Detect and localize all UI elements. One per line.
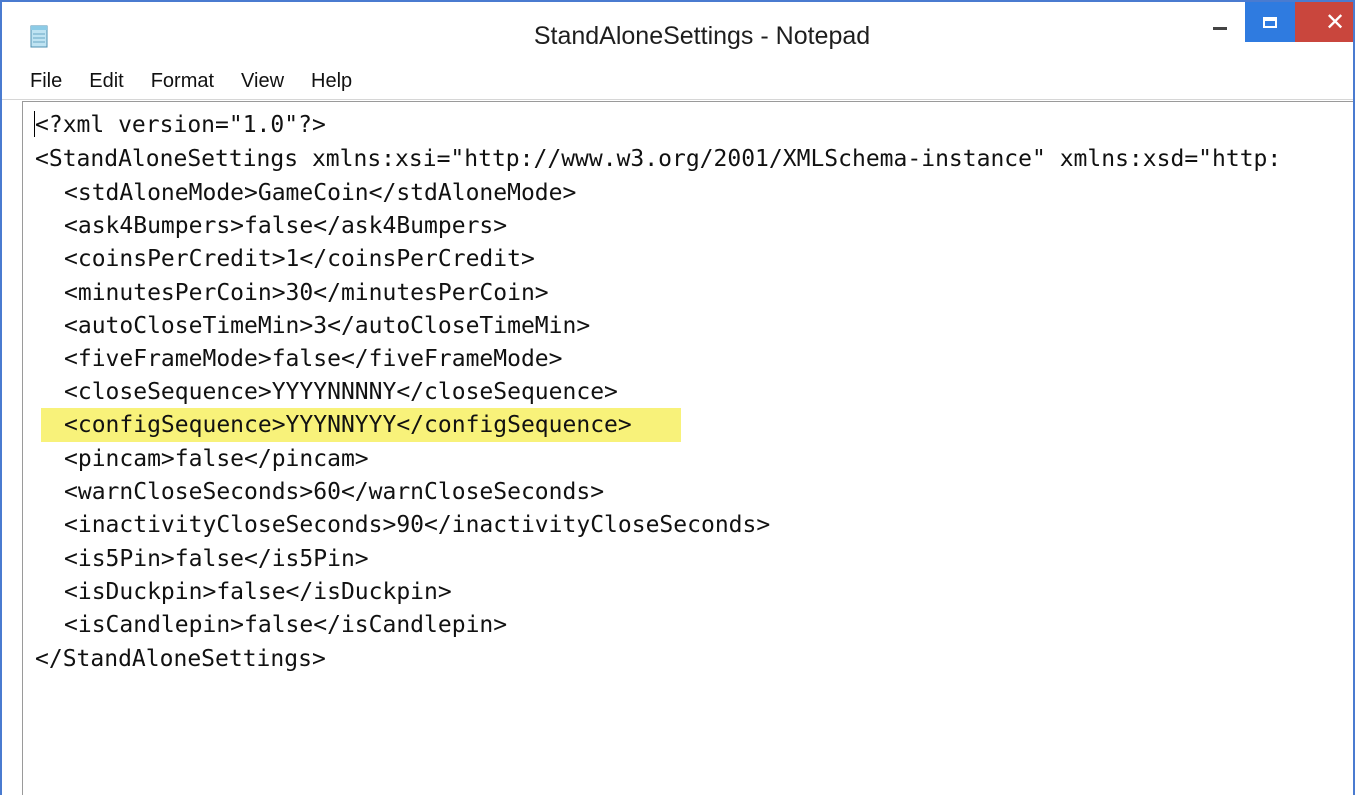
editor-line: <warnCloseSeconds>60</warnCloseSeconds> — [64, 479, 605, 505]
editor-line: <inactivityCloseSeconds>90</inactivityCl… — [64, 512, 771, 538]
text-caret — [34, 111, 35, 137]
maximize-icon — [1263, 16, 1277, 28]
window-controls: ✕ — [1195, 2, 1353, 42]
editor-line: <stdAloneMode>GameCoin</stdAloneMode> — [64, 180, 577, 206]
editor-line: <minutesPerCoin>30</minutesPerCoin> — [64, 280, 549, 306]
menu-format[interactable]: Format — [147, 68, 218, 95]
editor-line: <ask4Bumpers>false</ask4Bumpers> — [64, 213, 508, 239]
title-bar[interactable]: StandAloneSettings - Notepad ✕ — [2, 2, 1353, 64]
minimize-icon — [1213, 26, 1227, 30]
notepad-window: StandAloneSettings - Notepad ✕ File Edit… — [0, 0, 1355, 795]
menu-bar: File Edit Format View Help — [2, 64, 1353, 100]
editor-line: <coinsPerCredit>1</coinsPerCredit> — [64, 246, 535, 272]
editor-line: <is5Pin>false</is5Pin> — [64, 546, 369, 572]
close-button[interactable]: ✕ — [1295, 2, 1353, 42]
editor-line: <?xml version="1.0"?> — [35, 112, 326, 138]
editor-line: <fiveFrameMode>false</fiveFrameMode> — [64, 346, 563, 372]
close-icon: ✕ — [1325, 8, 1346, 36]
editor-line: <pincam>false</pincam> — [64, 446, 369, 472]
editor-line: <isDuckpin>false</isDuckpin> — [64, 579, 452, 605]
menu-view[interactable]: View — [237, 68, 288, 95]
menu-help[interactable]: Help — [307, 68, 356, 95]
window-title: StandAloneSettings - Notepad — [533, 22, 871, 50]
menu-edit[interactable]: Edit — [85, 68, 127, 95]
editor-line: <StandAloneSettings xmlns:xsi="http://ww… — [35, 146, 1282, 172]
menu-file[interactable]: File — [26, 68, 66, 95]
editor-line: </StandAloneSettings> — [35, 646, 326, 672]
editor-line-highlighted: <configSequence>YYYNNYYY</configSequence… — [64, 412, 632, 438]
editor-line: <isCandlepin>false</isCandlepin> — [64, 612, 508, 638]
editor-line: <closeSequence>YYYYNNNNY</closeSequence> — [64, 379, 618, 405]
maximize-button[interactable] — [1245, 2, 1295, 42]
text-editor[interactable]: <?xml version="1.0"?> <StandAloneSetting… — [22, 101, 1353, 795]
editor-line: <autoCloseTimeMin>3</autoCloseTimeMin> — [64, 313, 591, 339]
minimize-button[interactable] — [1195, 2, 1245, 42]
